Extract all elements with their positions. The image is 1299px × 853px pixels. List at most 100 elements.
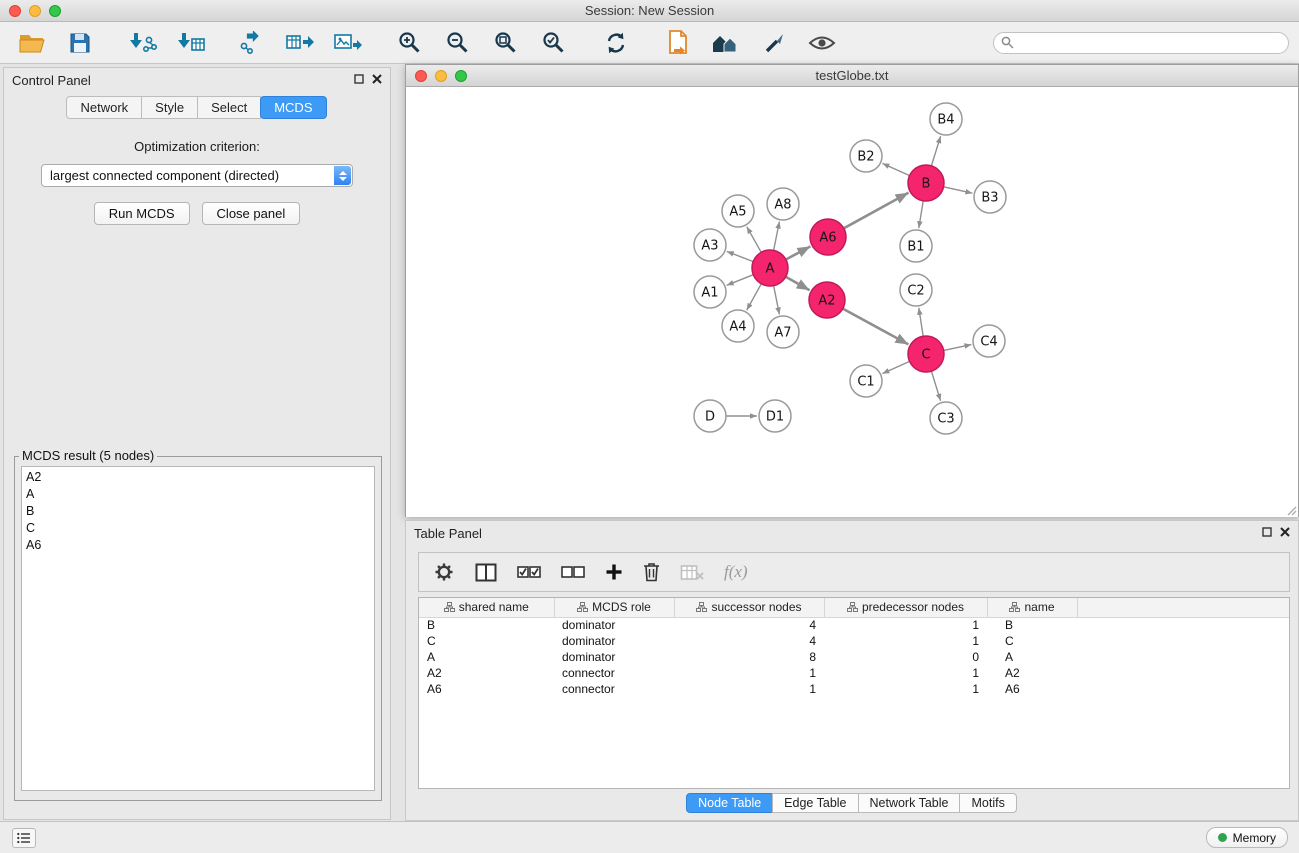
column-header-shared-name[interactable]: shared name [419,598,554,617]
edge-C-C2[interactable] [919,308,923,336]
edge-B-B2[interactable] [882,163,909,175]
column-header-name[interactable]: name [987,598,1077,617]
network-node-D1[interactable]: D1 [759,400,791,432]
import-table-icon[interactable] [174,28,206,58]
zoom-fit-icon[interactable] [490,28,522,58]
network-node-B4[interactable]: B4 [930,103,962,135]
table-cell[interactable]: dominator [554,649,674,665]
eye-icon[interactable] [806,28,838,58]
table-row[interactable]: A2connector11A2 [419,665,1289,681]
deselect-all-icon[interactable] [561,565,585,579]
network-node-B1[interactable]: B1 [900,230,932,262]
network-node-C4[interactable]: C4 [973,325,1005,357]
column-header-predecessor-nodes[interactable]: predecessor nodes [824,598,987,617]
table-cell[interactable]: dominator [554,633,674,649]
select-all-icon[interactable] [517,565,541,579]
close-panel-icon[interactable] [372,71,382,89]
network-node-C1[interactable]: C1 [850,365,882,397]
edge-A-A5[interactable] [747,227,761,253]
table-cell[interactable]: A6 [987,681,1077,697]
result-item[interactable]: A6 [22,537,374,554]
tab-edge-table[interactable]: Edge Table [772,793,858,813]
table-cell[interactable]: 1 [824,633,987,649]
minimize-window-button[interactable] [29,5,41,17]
edge-A-A3[interactable] [727,251,753,261]
table-cell[interactable]: connector [554,665,674,681]
export-image-icon[interactable] [332,28,364,58]
network-node-A2[interactable]: A2 [809,282,845,318]
resize-grip[interactable] [1285,504,1297,516]
import-network-icon[interactable] [126,28,158,58]
save-session-icon[interactable] [64,28,96,58]
network-node-A3[interactable]: A3 [694,229,726,261]
run-mcds-button[interactable]: Run MCDS [94,202,190,225]
tab-network-table[interactable]: Network Table [858,793,961,813]
result-item[interactable]: A [22,486,374,503]
network-node-B3[interactable]: B3 [974,181,1006,213]
table-cell[interactable]: 0 [824,649,987,665]
function-builder-icon[interactable]: f(x) [724,562,748,582]
table-cell[interactable]: 8 [674,649,824,665]
table-cell[interactable]: 4 [674,633,824,649]
edge-A-A4[interactable] [747,284,762,310]
network-node-A1[interactable]: A1 [694,276,726,308]
network-canvas[interactable]: B4B2BB3A8A5A6A3B1AC2A1A2A4A7C4CC1C3DD1 [406,87,1298,517]
tab-style[interactable]: Style [141,96,198,119]
edge-B-B3[interactable] [944,187,973,193]
table-cell[interactable]: C [987,633,1077,649]
column-header-successor-nodes[interactable]: successor nodes [674,598,824,617]
close-table-panel-icon[interactable] [1280,524,1290,542]
edge-A-A8[interactable] [774,222,780,251]
delete-column-trash-icon[interactable] [643,562,660,582]
table-cell[interactable]: A [987,649,1077,665]
table-row[interactable]: Cdominator41C [419,633,1289,649]
network-node-A5[interactable]: A5 [722,195,754,227]
style-brush-icon[interactable] [758,28,790,58]
tab-network[interactable]: Network [66,96,142,119]
network-node-A[interactable]: A [752,250,788,286]
network-node-B2[interactable]: B2 [850,140,882,172]
edge-A-A1[interactable] [727,275,754,286]
edge-A2-C[interactable] [843,309,909,345]
column-header-mcds-role[interactable]: MCDS role [554,598,674,617]
zoom-selected-icon[interactable] [538,28,570,58]
result-item[interactable]: A2 [22,469,374,486]
table-cell[interactable]: A2 [987,665,1077,681]
delete-table-icon[interactable] [680,564,704,581]
network-window-titlebar[interactable]: testGlobe.txt [406,65,1298,87]
table-cell[interactable]: A2 [419,665,554,681]
table-row[interactable]: Adominator80A [419,649,1289,665]
result-item[interactable]: B [22,503,374,520]
export-table-icon[interactable] [284,28,316,58]
show-columns-icon[interactable] [475,563,497,582]
network-zoom-button[interactable] [455,70,467,82]
refresh-icon[interactable] [600,28,632,58]
table-row[interactable]: A6connector11A6 [419,681,1289,697]
open-document-icon[interactable] [662,28,694,58]
table-cell[interactable]: 4 [674,617,824,633]
edge-B-B4[interactable] [931,136,940,166]
result-item[interactable]: C [22,520,374,537]
float-panel-icon[interactable] [354,71,364,89]
close-window-button[interactable] [9,5,21,17]
tab-select[interactable]: Select [197,96,261,119]
optimization-criterion-dropdown[interactable]: largest connected component (directed) [41,164,353,187]
export-network-icon[interactable] [236,28,268,58]
network-node-A7[interactable]: A7 [767,316,799,348]
network-node-B[interactable]: B [908,165,944,201]
network-node-C[interactable]: C [908,336,944,372]
network-node-C2[interactable]: C2 [900,274,932,306]
table-cell[interactable]: 1 [824,665,987,681]
table-cell[interactable]: dominator [554,617,674,633]
tab-motifs[interactable]: Motifs [959,793,1016,813]
network-node-A4[interactable]: A4 [722,310,754,342]
table-settings-gear-icon[interactable] [433,561,455,583]
table-row[interactable]: Bdominator41B [419,617,1289,633]
memory-button[interactable]: Memory [1206,827,1288,848]
edge-A-A2[interactable] [786,277,810,290]
network-node-A6[interactable]: A6 [810,219,846,255]
table-cell[interactable]: connector [554,681,674,697]
table-cell[interactable]: 1 [674,681,824,697]
network-node-C3[interactable]: C3 [930,402,962,434]
tab-mcds[interactable]: MCDS [260,96,326,119]
